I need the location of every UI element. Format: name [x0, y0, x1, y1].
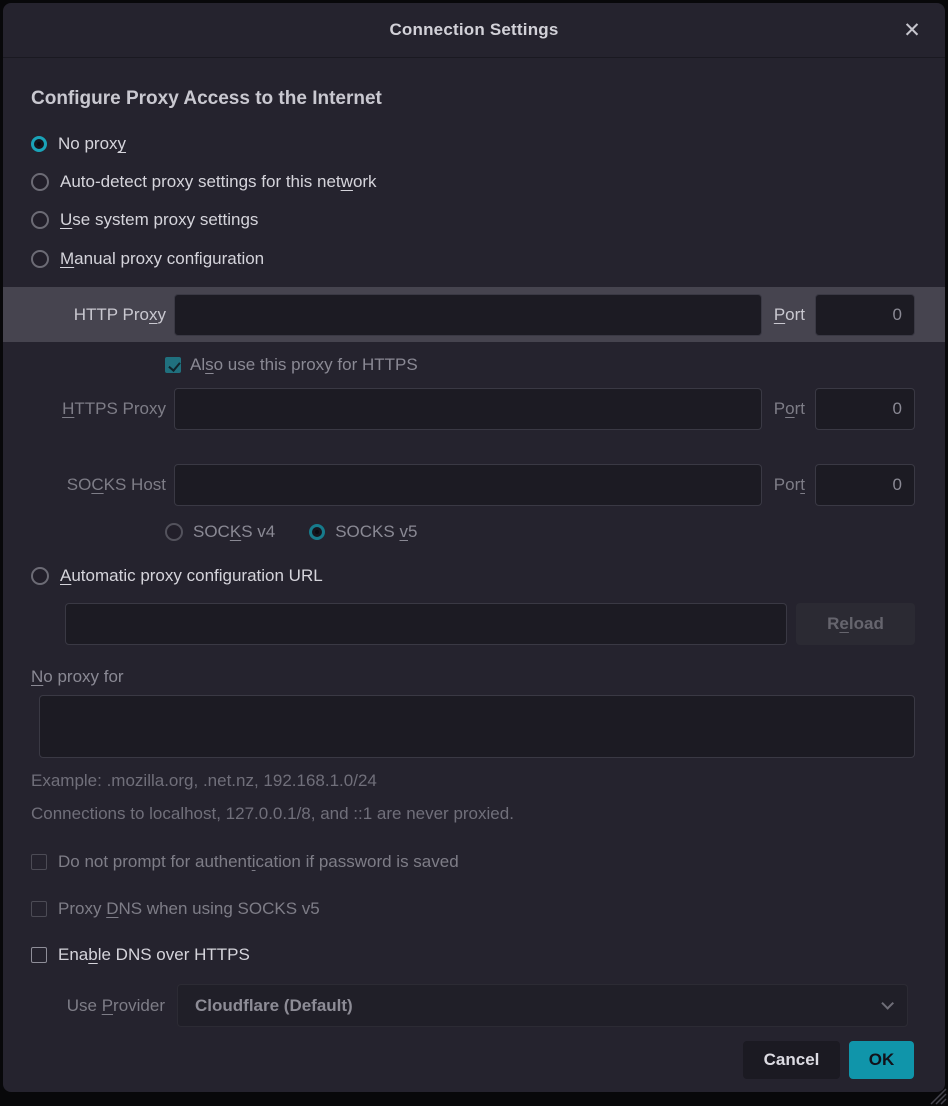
socks-version-row: SOCKS v4 SOCKS v5 [165, 519, 915, 544]
no-auth-prompt-row[interactable]: Do not prompt for authentication if pass… [3, 850, 945, 875]
provider-label: Use Provider [31, 996, 165, 1016]
dialog-footer: Cancel OK [3, 1027, 945, 1092]
close-icon[interactable]: ✕ [897, 15, 927, 45]
no-proxy-for-textarea[interactable] [39, 695, 915, 758]
no-auth-prompt-label: Do not prompt for authentication if pass… [58, 852, 459, 872]
https-proxy-label: HTTPS Proxy [31, 399, 166, 419]
radio-auto-detect[interactable] [31, 173, 49, 191]
radio-no-proxy[interactable] [31, 136, 47, 152]
http-proxy-row: HTTP Proxy Port [3, 287, 945, 343]
https-port-input[interactable] [815, 388, 915, 430]
connection-settings-dialog: Connection Settings ✕ Configure Proxy Ac… [3, 3, 945, 1092]
dialog-title: Connection Settings [389, 20, 558, 40]
also-https-label: Also use this proxy for HTTPS [190, 355, 418, 375]
radio-row-auto-url[interactable]: Automatic proxy configuration URL [3, 557, 945, 595]
radio-manual-proxy[interactable] [31, 250, 49, 268]
http-port-label: Port [774, 305, 805, 325]
proxy-dns-checkbox[interactable] [31, 901, 47, 917]
radio-auto-detect-label: Auto-detect proxy settings for this netw… [60, 172, 377, 192]
http-proxy-label: HTTP Proxy [31, 305, 166, 325]
provider-row: Use Provider Cloudflare (Default) [3, 984, 945, 1027]
socks-v5-label: SOCKS v5 [335, 522, 417, 542]
also-https-checkbox[interactable] [165, 357, 181, 373]
radio-socks-v4[interactable] [165, 523, 183, 541]
socks-v4-label: SOCKS v4 [193, 522, 275, 542]
radio-socks-v5[interactable] [309, 524, 325, 540]
radio-row-manual-proxy[interactable]: Manual proxy configuration [3, 240, 945, 278]
radio-auto-url[interactable] [31, 567, 49, 585]
proxy-dns-row[interactable]: Proxy DNS when using SOCKS v5 [3, 896, 945, 921]
socks-host-input[interactable] [174, 464, 762, 506]
socks-port-label: Port [774, 475, 805, 495]
page-title: Configure Proxy Access to the Internet [31, 88, 917, 110]
radio-no-proxy-label: No proxy [58, 134, 126, 154]
radio-auto-url-label: Automatic proxy configuration URL [60, 566, 323, 586]
cancel-button[interactable]: Cancel [743, 1041, 840, 1079]
localhost-note-text: Connections to localhost, 127.0.0.1/8, a… [31, 804, 917, 824]
chevron-down-icon [881, 997, 894, 1010]
auto-url-row: Reload [65, 603, 915, 645]
no-auth-prompt-checkbox[interactable] [31, 854, 47, 870]
doh-label: Enable DNS over HTTPS [58, 945, 250, 965]
dialog-body: Configure Proxy Access to the Internet N… [3, 58, 945, 1092]
socks-host-label: SOCKS Host [31, 475, 166, 495]
no-proxy-for-label: No proxy for [31, 667, 917, 687]
radio-row-system-proxy[interactable]: Use system proxy settings [3, 201, 945, 239]
radio-row-auto-detect[interactable]: Auto-detect proxy settings for this netw… [3, 163, 945, 201]
auto-url-input[interactable] [65, 603, 787, 645]
doh-row[interactable]: Enable DNS over HTTPS [3, 943, 945, 968]
proxy-dns-label: Proxy DNS when using SOCKS v5 [58, 899, 320, 919]
also-https-row[interactable]: Also use this proxy for HTTPS [165, 352, 915, 377]
doh-checkbox[interactable] [31, 947, 47, 963]
http-port-input[interactable] [815, 294, 915, 336]
socks-port-input[interactable] [815, 464, 915, 506]
provider-select[interactable]: Cloudflare (Default) [177, 984, 908, 1027]
radio-system-proxy-label: Use system proxy settings [60, 210, 258, 230]
no-proxy-example-text: Example: .mozilla.org, .net.nz, 192.168.… [31, 771, 917, 791]
radio-row-no-proxy[interactable]: No proxy [3, 125, 945, 163]
http-proxy-input[interactable] [174, 294, 762, 336]
https-proxy-row: HTTPS Proxy Port [3, 388, 945, 431]
provider-selected-value: Cloudflare (Default) [195, 996, 353, 1016]
radio-system-proxy[interactable] [31, 211, 49, 229]
radio-manual-proxy-label: Manual proxy configuration [60, 249, 264, 269]
dialog-titlebar: Connection Settings ✕ [3, 3, 945, 58]
socks-host-row: SOCKS Host Port [3, 463, 945, 506]
https-proxy-input[interactable] [174, 388, 762, 430]
resize-grip-icon[interactable] [925, 1083, 947, 1105]
reload-button[interactable]: Reload [796, 603, 915, 645]
ok-button[interactable]: OK [849, 1041, 914, 1079]
https-port-label: Port [774, 399, 805, 419]
